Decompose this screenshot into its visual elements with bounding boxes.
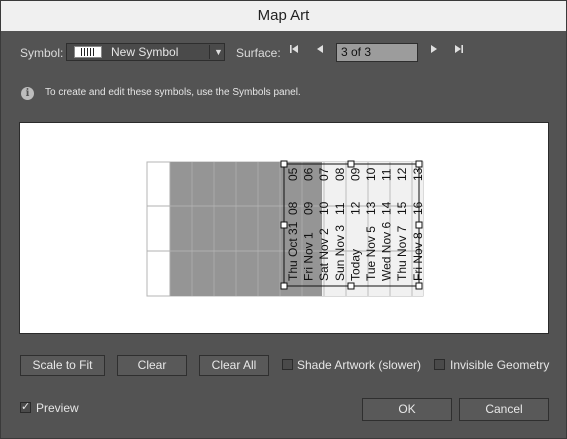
day-number: 10 (364, 167, 378, 181)
symbol-swatch-icon (74, 46, 102, 58)
dropdown-divider (209, 45, 210, 59)
day-number: 06 (302, 167, 316, 181)
last-page-icon[interactable] (452, 44, 466, 60)
next-icon[interactable] (427, 44, 441, 60)
day-label: Sat Nov 2 (317, 228, 331, 281)
preview-label[interactable]: Preview (36, 400, 79, 416)
artwork-canvas: Thu Oct 31 08 05 Fri Nov 1 09 06 Sat Nov 2 10 07… (146, 160, 425, 297)
day-number: 15 (395, 201, 409, 215)
selection-handle[interactable] (280, 282, 288, 290)
info-icon: i (21, 87, 34, 100)
cancel-label: Cancel (485, 402, 523, 416)
day-number: 12 (348, 201, 362, 215)
surface-label: Surface: (236, 46, 281, 60)
day-number: 16 (411, 201, 425, 215)
selection-handle[interactable] (280, 221, 288, 229)
day-label: Tue Nov 5 (364, 226, 378, 281)
ok-button[interactable]: OK (362, 398, 452, 421)
day-number: 10 (317, 201, 331, 215)
invisible-geometry-checkbox[interactable] (434, 359, 445, 370)
symbol-name: New Symbol (111, 45, 179, 59)
day-number: 05 (286, 167, 300, 181)
day-number: 11 (380, 168, 394, 181)
day-number: 08 (286, 201, 300, 215)
day-label: Fri Nov 1 (302, 232, 316, 281)
clear-button[interactable]: Clear (117, 355, 187, 376)
day-number: 08 (333, 167, 347, 181)
day-label: Wed Nov 6 (380, 222, 394, 281)
day-label: Thu Oct 31 (286, 221, 300, 281)
window-title: Map Art (1, 1, 566, 31)
clear-all-button[interactable]: Clear All (199, 355, 269, 376)
cancel-button[interactable]: Cancel (459, 398, 549, 421)
day-number: 13 (411, 167, 425, 181)
day-label: Fri Nov 8 (411, 232, 425, 281)
invisible-geometry-label[interactable]: Invisible Geometry (450, 357, 549, 373)
selection-handle[interactable] (347, 282, 355, 290)
scale-to-fit-button[interactable]: Scale to Fit (20, 355, 105, 376)
clear-label: Clear (137, 358, 167, 372)
symbol-label: Symbol: (20, 46, 64, 60)
chevron-down-icon[interactable]: ▼ (214, 44, 223, 60)
day-number: 13 (364, 201, 378, 215)
selection-handle[interactable] (415, 160, 423, 168)
shade-artwork-checkbox[interactable] (282, 359, 293, 370)
symbol-dropdown[interactable]: New Symbol ▼ (66, 43, 225, 61)
selection-handle[interactable] (415, 282, 423, 290)
day-number: 09 (302, 201, 316, 215)
preview-checkbox[interactable] (20, 400, 31, 413)
day-number: 07 (317, 167, 331, 181)
info-text: To create and edit these symbols, use th… (45, 87, 301, 98)
day-number: 11 (333, 202, 347, 215)
map-art-dialog: Map Art Symbol: New Symbol ▼ Surface: 3 … (0, 0, 567, 439)
selection-handle[interactable] (347, 160, 355, 168)
ok-label: OK (398, 402, 416, 416)
day-number: 14 (380, 201, 394, 215)
selection-handle[interactable] (280, 160, 288, 168)
selection-handle[interactable] (415, 221, 423, 229)
surface-field[interactable]: 3 of 3 (336, 43, 418, 62)
scale-to-fit-label: Scale to Fit (32, 358, 93, 372)
previous-icon[interactable] (313, 44, 327, 60)
day-label: Sun Nov 3 (333, 225, 347, 281)
day-number: 12 (395, 167, 409, 181)
day-label: Today (348, 249, 362, 281)
day-label: Thu Nov 7 (395, 225, 409, 281)
clear-all-label: Clear All (211, 358, 257, 372)
shade-artwork-label[interactable]: Shade Artwork (slower) (297, 357, 421, 373)
artwork-preview[interactable]: Thu Oct 31 08 05 Fri Nov 1 09 06 Sat Nov 2 10 07… (19, 122, 549, 334)
first-page-icon[interactable] (287, 44, 301, 60)
day-number: 09 (348, 167, 362, 181)
